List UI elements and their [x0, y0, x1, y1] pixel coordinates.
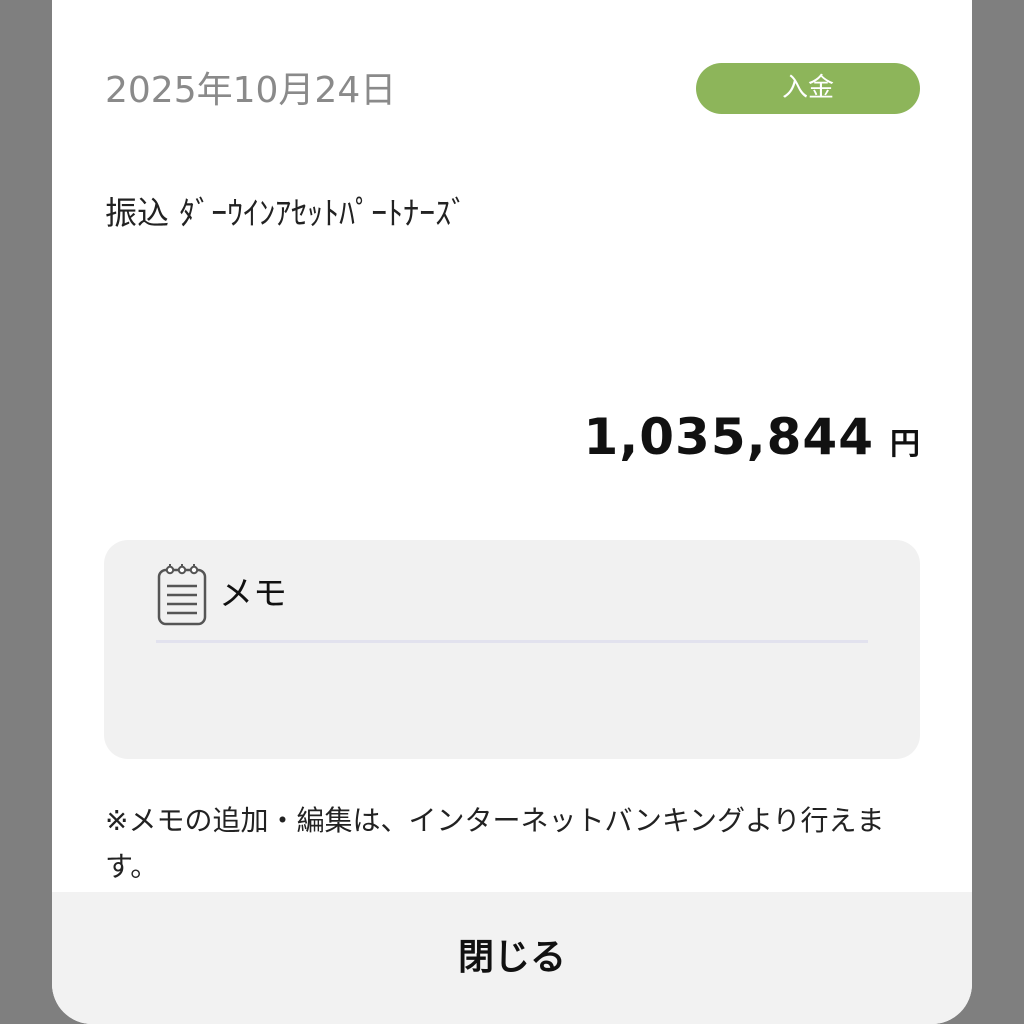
currency-unit: 円 — [890, 427, 920, 462]
notepad-icon — [157, 564, 207, 626]
memo-title: メモ — [219, 574, 287, 614]
transaction-amount: 1,035,844 — [583, 408, 874, 466]
memo-divider — [156, 640, 868, 643]
amount-row: 1,035,844 円 — [583, 408, 920, 466]
transaction-detail-modal: 2025年10月24日 入金 振込 ﾀﾞｰｳｲﾝｱｾｯﾄﾊﾟｰﾄﾅｰｽﾞ 1,0… — [52, 0, 972, 1024]
close-button[interactable]: 閉じる — [52, 892, 972, 1024]
close-button-label: 閉じる — [457, 936, 566, 977]
transaction-date: 2025年10月24日 — [105, 70, 397, 111]
transaction-description: 振込 ﾀﾞｰｳｲﾝｱｾｯﾄﾊﾟｰﾄﾅｰｽﾞ — [105, 194, 468, 232]
memo-section: メモ — [104, 540, 920, 759]
deposit-badge: 入金 — [696, 63, 920, 114]
memo-edit-note: ※メモの追加・編集は、インターネットバンキングより行えます。 — [105, 804, 885, 883]
